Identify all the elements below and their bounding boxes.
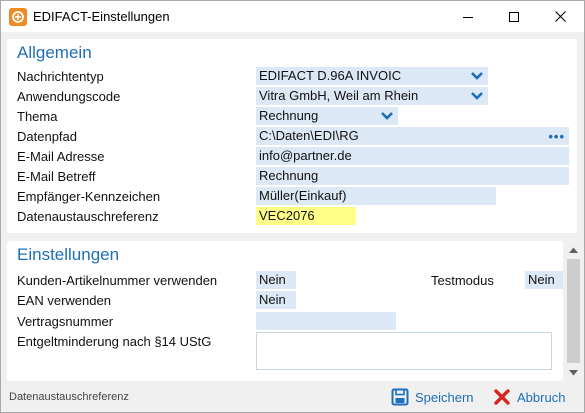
general-panel: Allgemein Nachrichtentyp EDIFACT D.96A I… xyxy=(7,39,577,233)
email-address-label: E-Mail Adresse xyxy=(17,149,105,164)
message-type-select[interactable]: EDIFACT D.96A INVOIC xyxy=(256,67,488,85)
topic-select[interactable]: Rechnung xyxy=(256,107,398,125)
edifact-settings-window: EDIFACT-Einstellungen Allgemein Nachrich… xyxy=(0,0,585,413)
scroll-up-button[interactable] xyxy=(565,241,582,258)
interchange-reference-label: Datenaustauschreferenz xyxy=(17,209,159,224)
application-code-select[interactable]: Vitra GmbH, Weil am Rhein xyxy=(256,87,488,105)
chevron-down-icon xyxy=(381,112,393,120)
customer-article-number-label: Kunden-Artikelnummer verwenden xyxy=(17,273,218,288)
chevron-up-icon xyxy=(569,247,578,253)
email-subject-field[interactable]: Rechnung xyxy=(256,167,569,185)
email-subject-label: E-Mail Betreff xyxy=(17,169,96,184)
discount-label: Entgeltminderung nach §14 UStG xyxy=(17,334,212,349)
message-type-value: EDIFACT D.96A INVOIC xyxy=(259,68,402,83)
scroll-thumb[interactable] xyxy=(567,259,580,363)
settings-section-title: Einstellungen xyxy=(17,245,120,264)
test-mode-label: Testmodus xyxy=(431,273,494,288)
topic-value: Rechnung xyxy=(259,108,319,123)
chevron-down-icon xyxy=(471,72,483,80)
status-text: Datenaustauschreferenz xyxy=(9,391,129,403)
chevron-down-icon xyxy=(471,92,483,100)
save-label: Speichern xyxy=(415,389,474,405)
ean-label: EAN verwenden xyxy=(17,293,111,308)
application-code-value: Vitra GmbH, Weil am Rhein xyxy=(259,88,419,103)
maximize-icon xyxy=(509,11,519,22)
settings-panel: Einstellungen Kunden-Artikelnummer verwe… xyxy=(7,241,563,381)
customer-article-number-value: Nein xyxy=(259,272,286,287)
topic-label: Thema xyxy=(17,109,58,124)
minimize-button[interactable] xyxy=(445,1,491,32)
recipient-id-value: Müller(Einkauf) xyxy=(259,188,347,203)
window-title: EDIFACT-Einstellungen xyxy=(33,9,170,24)
recipient-id-field[interactable]: Müller(Einkauf) xyxy=(256,187,496,205)
save-icon xyxy=(391,388,409,406)
application-code-label: Anwendungscode xyxy=(17,89,121,104)
cancel-button[interactable]: Abbruch xyxy=(493,385,565,409)
close-button[interactable] xyxy=(537,1,583,32)
browse-button[interactable]: ••• xyxy=(548,129,565,144)
interchange-reference-value: VEC2076 xyxy=(259,208,315,223)
customer-article-number-field[interactable]: Nein xyxy=(256,271,296,289)
contract-number-field[interactable] xyxy=(256,312,396,330)
contract-number-label: Vertragsnummer xyxy=(17,314,114,329)
maximize-button[interactable] xyxy=(491,1,537,32)
email-address-value: info@partner.de xyxy=(259,148,352,163)
vertical-scrollbar[interactable] xyxy=(565,241,582,381)
ean-field[interactable]: Nein xyxy=(256,291,296,309)
test-mode-field[interactable]: Nein xyxy=(525,271,563,289)
email-subject-value: Rechnung xyxy=(259,168,319,183)
test-mode-value: Nein xyxy=(528,272,555,287)
data-path-field[interactable]: C:\Daten\EDI\RG ••• xyxy=(256,127,569,145)
app-icon xyxy=(9,8,27,26)
discount-textarea[interactable] xyxy=(256,332,552,370)
message-type-label: Nachrichtentyp xyxy=(17,69,104,84)
data-path-label: Datenpfad xyxy=(17,129,77,144)
chevron-down-icon xyxy=(569,369,578,375)
close-icon xyxy=(554,11,566,22)
scroll-down-button[interactable] xyxy=(565,364,582,381)
general-section-title: Allgemein xyxy=(17,43,92,62)
recipient-id-label: Empfänger-Kennzeichen xyxy=(17,189,161,204)
email-address-field[interactable]: info@partner.de xyxy=(256,147,569,165)
save-button[interactable]: Speichern xyxy=(391,385,474,409)
ean-value: Nein xyxy=(259,292,286,307)
title-bar: EDIFACT-Einstellungen xyxy=(1,1,584,32)
data-path-value: C:\Daten\EDI\RG xyxy=(259,128,359,143)
interchange-reference-field[interactable]: VEC2076 xyxy=(256,207,356,225)
cancel-label: Abbruch xyxy=(517,389,566,405)
cancel-icon xyxy=(494,389,510,405)
minimize-icon xyxy=(463,16,473,18)
